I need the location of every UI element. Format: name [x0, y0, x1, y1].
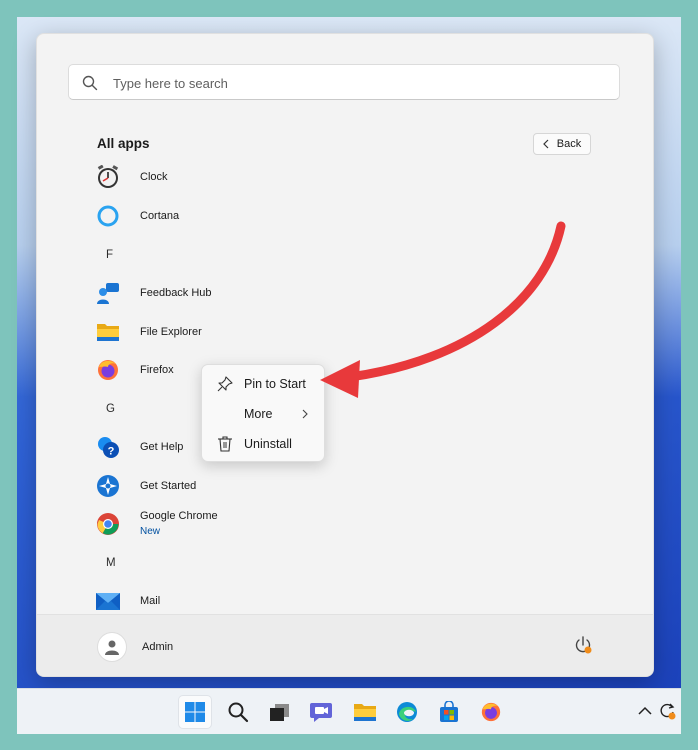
app-item-mail[interactable]: Mail [95, 585, 375, 617]
power-icon[interactable] [573, 635, 593, 655]
task-view-button[interactable] [263, 696, 295, 728]
edge-taskbar-button[interactable] [391, 696, 423, 728]
app-item-clock[interactable]: Clock [95, 161, 375, 193]
store-icon [440, 701, 458, 722]
pin-icon [217, 376, 233, 392]
app-item-get-started[interactable]: Get Started [95, 470, 375, 502]
teams-chat-icon [310, 703, 332, 722]
search-icon [228, 702, 249, 723]
app-item-google-chrome[interactable]: Google Chrome New [95, 508, 375, 540]
app-name: Mail [140, 595, 161, 607]
app-name: Cortana [140, 210, 180, 222]
search-box[interactable] [68, 64, 620, 101]
back-button[interactable]: Back [533, 133, 591, 155]
update-icon[interactable] [657, 701, 677, 721]
search-icon [82, 75, 98, 91]
letter-heading-g[interactable]: G [106, 403, 115, 415]
app-item-file-explorer[interactable]: File Explorer [95, 316, 375, 348]
get-help-icon: ? [95, 434, 121, 460]
back-label: Back [556, 138, 582, 150]
store-taskbar-button[interactable] [433, 696, 465, 728]
chevron-left-icon [542, 139, 549, 149]
feedback-hub-icon [95, 280, 121, 306]
taskbar [17, 688, 681, 734]
chat-button[interactable] [305, 696, 337, 728]
menu-item-label: Pin to Start [244, 377, 306, 391]
more-menu-item[interactable]: More [202, 399, 324, 429]
menu-item-label: More [244, 407, 273, 421]
firefox-taskbar-button[interactable] [475, 696, 507, 728]
uninstall-menu-item[interactable]: Uninstall [202, 429, 324, 459]
file-explorer-icon [354, 704, 376, 721]
app-name: File Explorer [140, 326, 202, 338]
user-account-button[interactable]: Admin [97, 632, 173, 662]
chrome-icon [95, 511, 121, 537]
cortana-icon [95, 203, 121, 229]
file-explorer-taskbar-button[interactable] [349, 696, 381, 728]
app-name: Get Help [140, 441, 184, 453]
edge-icon [397, 702, 417, 722]
letter-heading-f[interactable]: F [106, 249, 113, 261]
letter-heading-m[interactable]: M [106, 557, 116, 569]
get-started-icon [95, 473, 121, 499]
svg-text:?: ? [108, 446, 115, 458]
search-input[interactable] [111, 65, 595, 101]
app-name: Google Chrome [140, 510, 218, 522]
windows-start-icon [185, 702, 205, 722]
task-view-icon [270, 704, 289, 721]
clock-icon [95, 164, 121, 190]
pin-to-start-menu-item[interactable]: Pin to Start [202, 369, 324, 399]
folder-icon [95, 319, 121, 345]
app-name: Clock [140, 171, 168, 183]
all-apps-heading: All apps [97, 136, 150, 151]
user-name: Admin [142, 641, 174, 653]
app-name: Get Started [140, 480, 197, 492]
mail-icon [95, 588, 121, 614]
taskbar-search-button[interactable] [222, 696, 254, 728]
chevron-up-icon[interactable] [635, 701, 655, 721]
start-footer: Admin [37, 614, 653, 676]
app-name: Firefox [140, 364, 174, 376]
app-item-feedback-hub[interactable]: Feedback Hub [95, 277, 375, 309]
trash-icon [218, 436, 232, 452]
context-menu: Pin to Start More Uninstall [201, 364, 325, 462]
user-avatar-icon [97, 632, 127, 662]
start-menu: All apps Back Clock Cortana F [36, 33, 654, 677]
new-badge: New [140, 526, 161, 537]
firefox-icon [95, 357, 121, 383]
start-button[interactable] [179, 696, 211, 728]
chevron-right-icon [302, 409, 308, 419]
app-item-cortana[interactable]: Cortana [95, 200, 375, 232]
app-name: Feedback Hub [140, 287, 212, 299]
firefox-icon [481, 702, 501, 722]
menu-item-label: Uninstall [244, 437, 292, 451]
